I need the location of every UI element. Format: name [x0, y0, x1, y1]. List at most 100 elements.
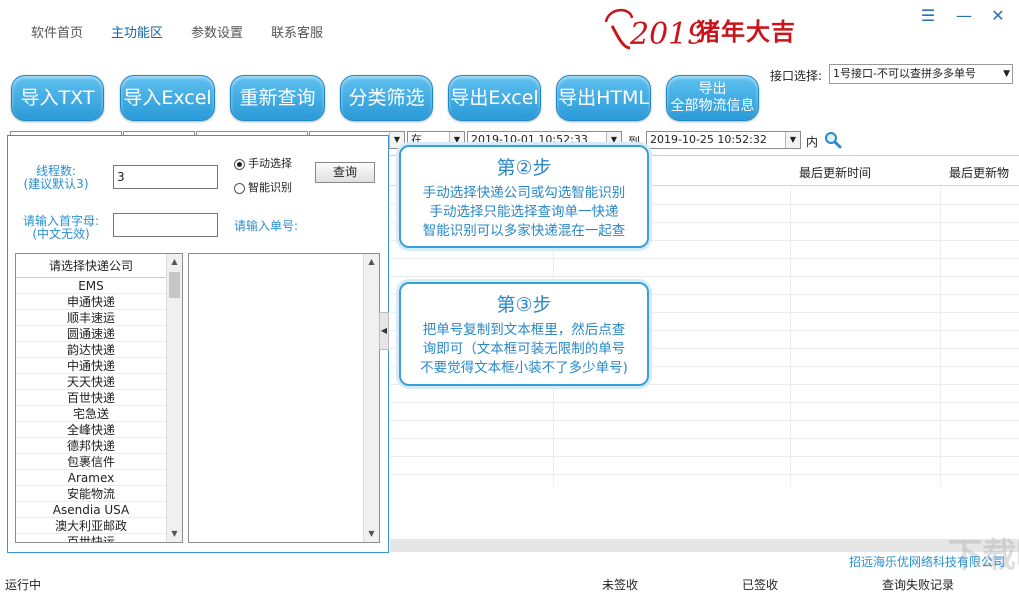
- list-item[interactable]: 包裹信件: [16, 454, 166, 470]
- horizontal-scrollbar[interactable]: [390, 539, 1019, 552]
- col-last-update-logistics[interactable]: 最后更新物: [949, 164, 1009, 181]
- menu-icon[interactable]: ☰: [918, 6, 938, 25]
- date-to-picker[interactable]: 2019-10-25 10:52:32 ▼: [646, 131, 801, 149]
- logo-year: 2019: [629, 17, 700, 52]
- step2-line: 智能识别可以多家快递混在一起查: [422, 223, 626, 239]
- list-item[interactable]: 宅急送: [16, 406, 166, 422]
- query-button[interactable]: 查询: [315, 162, 375, 183]
- list-item[interactable]: 申通快递: [16, 294, 166, 310]
- manual-select-label: 手动选择: [248, 157, 292, 170]
- list-item[interactable]: 安能物流: [16, 486, 166, 502]
- export-all-line2: 全部物流信息: [670, 98, 755, 114]
- step2-line: 手动选择只能选择查询单一快递: [429, 204, 619, 220]
- chevron-up-icon[interactable]: ▲: [167, 254, 182, 270]
- chevron-down-icon[interactable]: ▼: [167, 526, 182, 542]
- threads-input[interactable]: 3: [113, 165, 218, 189]
- initial-letter-input[interactable]: [113, 213, 218, 237]
- radio-unchecked-icon: [234, 182, 245, 194]
- grid-divider: [940, 186, 941, 486]
- step3-line: 把单号复制到文本框里，然后点查: [422, 322, 626, 338]
- chevron-down-icon: ▼: [1003, 69, 1010, 79]
- company-link[interactable]: 招远海乐优网络科技有限公司: [849, 553, 1005, 570]
- courier-list-header: 请选择快递公司: [16, 254, 166, 278]
- grid-row-line: [390, 276, 1019, 277]
- list-item[interactable]: 天天快递: [16, 374, 166, 390]
- manual-select-radio[interactable]: 手动选择: [234, 157, 292, 171]
- interface-selected-value: 1号接口-不可以查拼多多单号: [833, 67, 976, 80]
- textarea-scrollbar[interactable]: ▲ ▼: [363, 254, 379, 542]
- list-item[interactable]: 德邦快递: [16, 438, 166, 454]
- import-txt-button[interactable]: 导入TXT: [11, 75, 104, 121]
- grid-row-line: [390, 402, 1019, 403]
- step3-line: 不要觉得文本框小装不了多少单号): [420, 360, 628, 376]
- nav-contact-support[interactable]: 联系客服: [271, 22, 323, 41]
- radio-checked-icon: [234, 158, 245, 170]
- tracking-number-label: 请输入单号:: [234, 219, 299, 233]
- export-excel-button[interactable]: 导出Excel: [448, 75, 541, 121]
- top-nav: 软件首页 主功能区 参数设置 联系客服 2019 猪年大吉 ☰ — ✕: [0, 0, 1019, 62]
- list-item[interactable]: Aramex: [16, 470, 166, 486]
- list-item[interactable]: 百世快运: [16, 534, 166, 542]
- date-to-value: 2019-10-25 10:52:32: [650, 133, 767, 146]
- interface-select[interactable]: 1号接口-不可以查拼多多单号 ▼: [829, 64, 1013, 84]
- step2-line: 手动选择快递公司或勾选智能识别: [422, 185, 626, 201]
- pig-year-logo-icon: 2019: [604, 9, 706, 52]
- grid-row-line: [390, 456, 1019, 457]
- collapse-panel-toggle[interactable]: ◀: [379, 312, 389, 350]
- grid-row-line: [390, 258, 1019, 259]
- nav-main-function[interactable]: 主功能区: [111, 22, 163, 41]
- nav-settings[interactable]: 参数设置: [191, 22, 243, 41]
- export-html-button[interactable]: 导出HTML: [556, 75, 651, 121]
- list-item[interactable]: 全峰快递: [16, 422, 166, 438]
- courier-list[interactable]: 请选择快递公司 EMS 申通快递 顺丰速运 圆通速递 韵达快递 中通快递 天天快…: [15, 253, 183, 543]
- list-item[interactable]: Asendia USA: [16, 502, 166, 518]
- initial-label-line2: (中文无效): [32, 227, 90, 241]
- list-item[interactable]: 韵达快递: [16, 342, 166, 358]
- minimize-icon[interactable]: —: [954, 6, 974, 25]
- list-item[interactable]: 圆通速递: [16, 326, 166, 342]
- list-item[interactable]: 百世快递: [16, 390, 166, 406]
- smart-detect-label: 智能识别: [248, 181, 292, 194]
- threads-label: 线程数: (建议默认3): [16, 165, 96, 191]
- status-failed-records[interactable]: 查询失败记录: [882, 576, 954, 593]
- classify-filter-button[interactable]: 分类筛选: [340, 75, 433, 121]
- status-signed[interactable]: 已签收: [742, 576, 778, 593]
- status-unsigned[interactable]: 未签收: [602, 576, 638, 593]
- chevron-down-icon[interactable]: ▼: [364, 526, 379, 542]
- import-excel-button[interactable]: 导入Excel: [120, 75, 215, 121]
- step3-title: 第③步: [496, 294, 552, 316]
- close-icon[interactable]: ✕: [988, 6, 1008, 25]
- col-last-update-time[interactable]: 最后更新时间: [799, 164, 871, 181]
- list-item[interactable]: 澳大利亚邮政: [16, 518, 166, 534]
- search-icon[interactable]: [824, 131, 842, 149]
- tracking-number-textarea[interactable]: ▲ ▼: [188, 253, 380, 543]
- interface-label: 接口选择:: [770, 69, 823, 83]
- step3-callout: 第③步 把单号复制到文本框里，然后点查 询即可（文本框可装无限制的单号 不要觉得…: [399, 282, 649, 386]
- list-item[interactable]: 顺丰速运: [16, 310, 166, 326]
- status-running: 运行中: [5, 578, 42, 592]
- smart-detect-radio[interactable]: 智能识别: [234, 181, 292, 195]
- step2-callout: 第②步 手动选择快递公司或勾选智能识别 手动选择只能选择查询单一快递 智能识别可…: [399, 145, 649, 248]
- step2-title: 第②步: [496, 157, 552, 179]
- logo: 2019 猪年大吉: [600, 4, 840, 54]
- chevron-down-icon: ▼: [389, 132, 404, 148]
- courier-list-scrollbar[interactable]: ▲ ▼: [166, 254, 182, 542]
- calendar-dropdown-icon: ▼: [785, 132, 800, 148]
- threads-label-line2: (建议默认3): [23, 177, 89, 191]
- export-all-logistics-button[interactable]: 导出 全部物流信息: [666, 75, 759, 121]
- initial-letter-label: 请输入首字母: (中文无效): [16, 215, 106, 241]
- scroll-thumb[interactable]: [169, 272, 180, 298]
- within-label: 内: [806, 135, 819, 149]
- requery-button[interactable]: 重新查询: [230, 75, 325, 121]
- chevron-up-icon[interactable]: ▲: [364, 254, 379, 270]
- status-bar: 运行中 未签收 已签收 查询失败记录: [0, 571, 1019, 593]
- list-item[interactable]: 中通快递: [16, 358, 166, 374]
- step3-line: 询即可（文本框可装无限制的单号: [422, 341, 626, 357]
- logo-text: 猪年大吉: [696, 17, 796, 46]
- nav-home[interactable]: 软件首页: [31, 22, 83, 41]
- grid-row-line: [390, 420, 1019, 421]
- query-panel: 线程数: (建议默认3) 3 手动选择 智能识别 查询 请输入首字母: (中文无…: [7, 135, 389, 553]
- export-all-line1: 导出: [698, 81, 727, 97]
- list-item[interactable]: EMS: [16, 278, 166, 294]
- grid-divider: [790, 186, 791, 486]
